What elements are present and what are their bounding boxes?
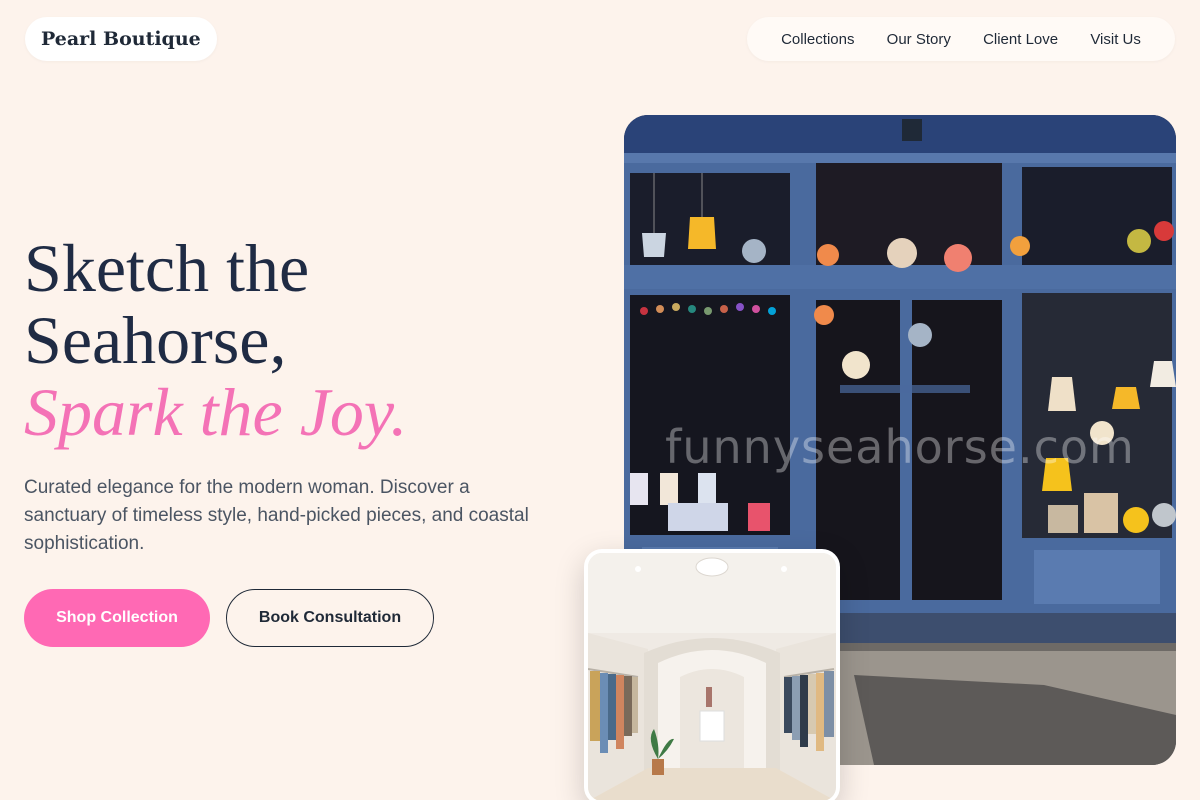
nav-link-client-love[interactable]: Client Love <box>983 31 1058 48</box>
interior-image <box>584 549 840 800</box>
interior-illustration <box>588 553 836 800</box>
brand-name: Pearl Boutique <box>41 28 201 50</box>
hero-title-accent: Spark the Joy. <box>24 374 408 450</box>
nav-link-visit-us[interactable]: Visit Us <box>1090 31 1141 48</box>
brand-logo[interactable]: Pearl Boutique <box>25 17 217 61</box>
nav-link-our-story[interactable]: Our Story <box>887 31 951 48</box>
hero-title-line-2: Seahorse, <box>24 302 287 378</box>
main-nav: Collections Our Story Client Love Visit … <box>747 17 1175 61</box>
nav-link-collections[interactable]: Collections <box>781 31 854 48</box>
book-consultation-button[interactable]: Book Consultation <box>226 589 434 647</box>
hero-title-line-1: Sketch the <box>24 230 310 306</box>
shop-collection-button[interactable]: Shop Collection <box>24 589 210 647</box>
hero-subtitle: Curated elegance for the modern woman. D… <box>24 477 529 554</box>
hero-title: Sketch the Seahorse, Spark the Joy. <box>24 232 584 448</box>
